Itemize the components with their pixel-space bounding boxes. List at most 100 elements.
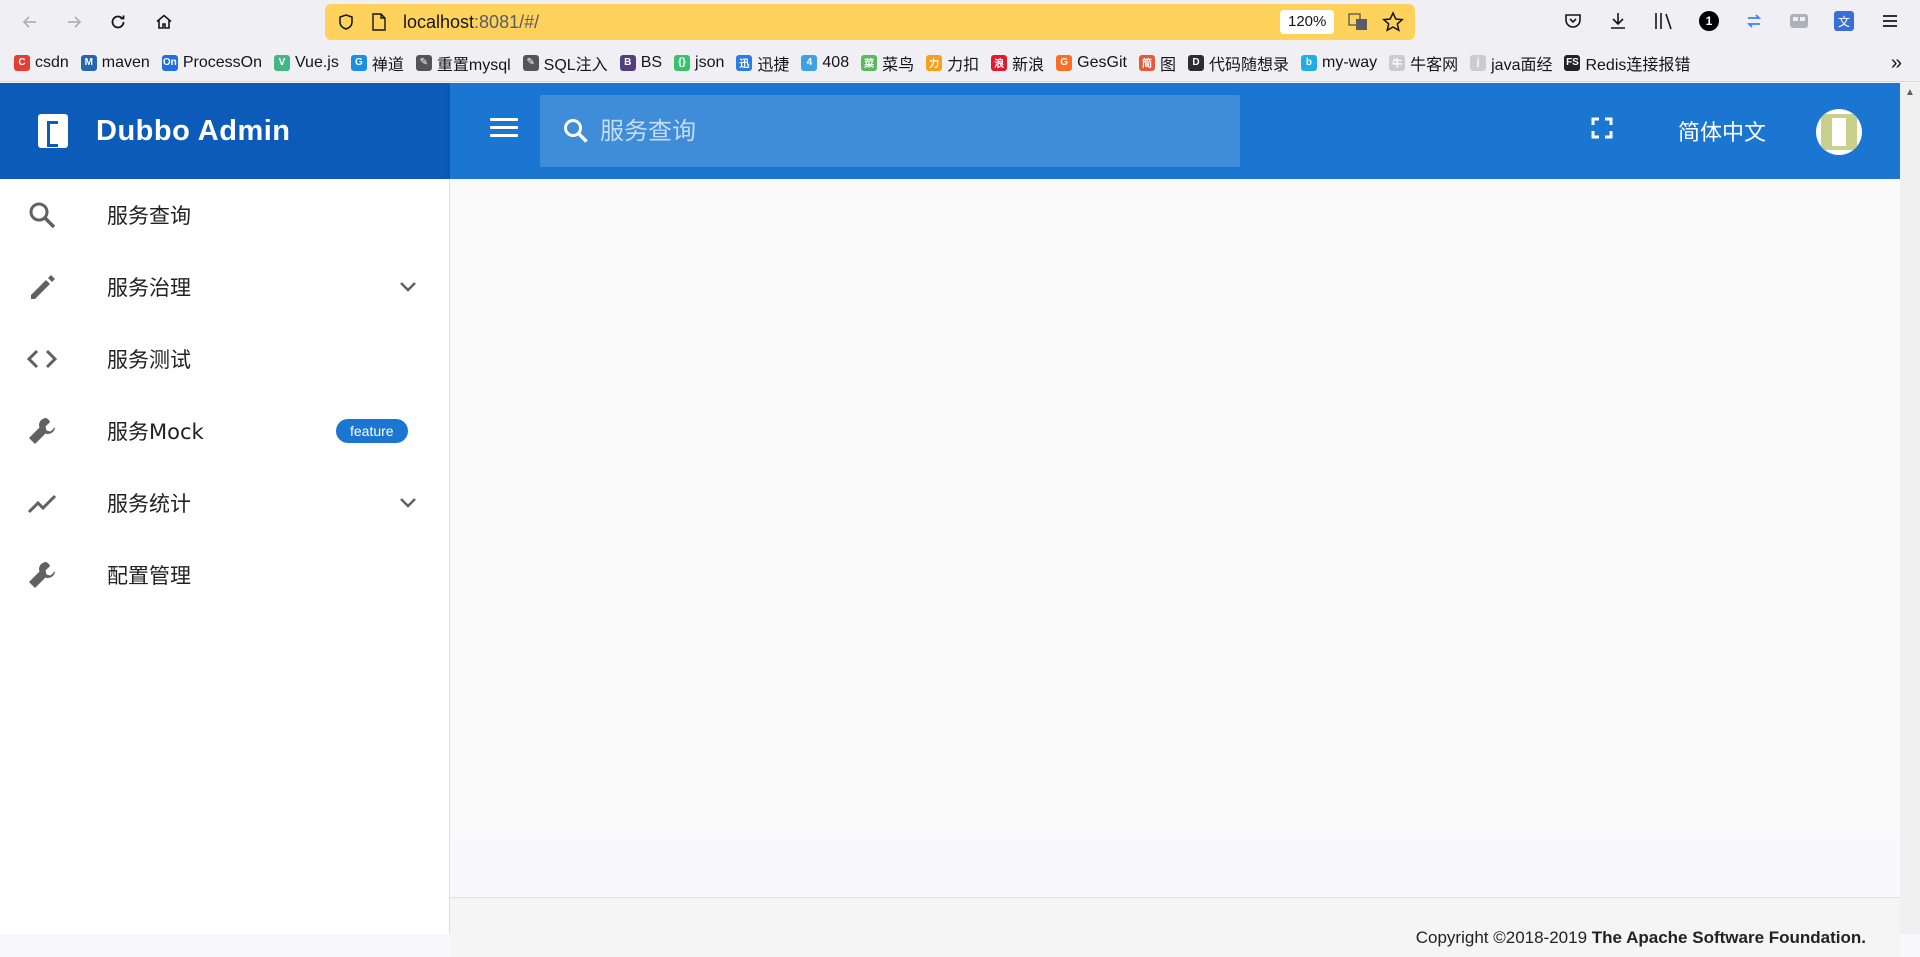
sidebar-item-label: 服务查询 (107, 204, 191, 228)
wrench-icon (29, 562, 55, 588)
extension-badge-icon[interactable]: 1 (1699, 11, 1719, 31)
bookmark-label: 重置mysql (436, 56, 511, 74)
bookmark-item[interactable]: D 代码随想录 (1187, 51, 1289, 75)
bookmark-label: 图 (1159, 56, 1176, 74)
sidebar-item-service-statistics[interactable]: 服务统计 (0, 467, 449, 539)
bookmark-label: 菜鸟 (882, 56, 915, 74)
bookmark-favicon-icon: 4 (801, 54, 818, 71)
bookmark-favicon-icon: b (1300, 54, 1317, 71)
bookmark-label: Redis连接报错 (1585, 56, 1691, 74)
bookmark-item[interactable]: 力力扣 (926, 51, 979, 75)
sidebar-item-service-governance[interactable]: 服务治理 (0, 251, 449, 323)
avatar[interactable] (1816, 109, 1862, 155)
bookmark-item[interactable]: 迅迅捷 (736, 51, 789, 75)
code-icon (26, 349, 58, 369)
sidebar-item-label: 服务Mock (107, 420, 204, 444)
sidebar-item-label: 服务统计 (107, 492, 191, 516)
translator-extension-icon[interactable]: 文 (1833, 10, 1855, 32)
bookmark-item[interactable]: 4 408 (801, 54, 849, 72)
address-bar[interactable]: localhost:8081/#/ 120% (325, 4, 1415, 40)
sidebar-item-service-mock[interactable]: 服务Mock feature (0, 395, 449, 467)
bookmark-favicon-icon: G (350, 54, 367, 71)
bookmark-favicon-icon: 力 (926, 54, 943, 71)
bookmark-favicon-icon: FS (1564, 54, 1581, 71)
sidebar: 服务查询 服务治理 服务测试 服务Mock feature 服务统计 配置管理 (0, 179, 450, 934)
hamburger-menu-icon[interactable] (490, 118, 518, 140)
sidebar-item-service-test[interactable]: 服务测试 (0, 323, 449, 395)
bookmark-label: 新浪 (1012, 56, 1045, 74)
shield-icon[interactable] (337, 13, 355, 31)
bookmark-favicon-icon: 简 (1138, 54, 1155, 71)
bookmark-label: SQL注入 (543, 56, 608, 74)
fullscreen-icon[interactable] (1590, 116, 1614, 140)
search-icon (564, 119, 588, 143)
zoom-level[interactable]: 120% (1280, 10, 1335, 34)
pocket-icon[interactable] (1563, 11, 1583, 31)
svg-text:文: 文 (1838, 14, 1850, 29)
app-menu-icon[interactable] (1880, 11, 1900, 31)
bookmark-item[interactable]: V Vue.js (273, 53, 339, 72)
bookmark-label: json (695, 53, 725, 71)
chevron-down-icon[interactable] (396, 275, 420, 299)
browser-toolbar: localhost:8081/#/ 120% 1 文 (0, 0, 1920, 44)
download-icon[interactable] (1608, 11, 1628, 31)
bookmark-label: 禅道 (371, 56, 404, 74)
bookmark-item[interactable]: j java面经 (1470, 51, 1552, 75)
sidebar-item-service-search[interactable]: 服务查询 (0, 179, 449, 251)
bookmark-item[interactable]: ✎ 重置mysql (415, 51, 511, 75)
bookmark-item[interactable]: ✎ SQL注入 (522, 51, 608, 75)
trending-icon (27, 494, 57, 514)
bookmark-item[interactable]: 简图 (1138, 51, 1176, 75)
reload-icon[interactable] (104, 8, 132, 36)
bookmark-label: ProcessOn (182, 53, 262, 71)
footer: Copyright ©2018-2019 The Apache Software… (450, 897, 1900, 957)
search-input[interactable] (600, 113, 1200, 149)
bookmark-item[interactable]: b my-way (1300, 53, 1378, 72)
sync-icon[interactable] (1744, 11, 1764, 31)
chevron-down-icon[interactable] (396, 491, 420, 515)
main-content (450, 179, 1900, 838)
sidebar-item-label: 服务治理 (107, 276, 191, 300)
dubbo-admin-app: Dubbo Admin 简体中文 服务查询 服务治理 服务测试 服务Mock f… (0, 83, 1920, 957)
containers-icon[interactable] (1788, 11, 1810, 31)
bookmark-item[interactable]: On ProcessOn (161, 53, 262, 72)
language-selector[interactable]: 简体中文 (1678, 115, 1766, 147)
bookmark-favicon-icon: 迅 (736, 54, 753, 71)
forward-icon[interactable] (60, 8, 88, 36)
scroll-up-icon[interactable]: ▲ (1905, 87, 1915, 98)
translate-icon[interactable] (1348, 12, 1368, 32)
bookmark-item[interactable]: Mmaven (80, 54, 150, 72)
pencil-icon (31, 275, 55, 299)
bookmark-item[interactable]: 菜菜鸟 (861, 51, 914, 75)
bookmark-favicon-icon: 浪 (991, 54, 1008, 71)
url-text[interactable]: localhost:8081/#/ (403, 12, 539, 33)
search-box[interactable] (540, 95, 1240, 167)
bookmark-favicon-icon: V (273, 54, 290, 71)
bookmarks-overflow-icon[interactable]: » (1891, 52, 1902, 75)
bookmark-label: Vue.js (294, 53, 339, 71)
bookmark-item[interactable]: 浪新浪 (991, 51, 1044, 75)
bookmark-item[interactable]: G GesGit (1056, 54, 1127, 72)
bookmark-label: csdn (35, 53, 69, 71)
home-icon[interactable] (150, 8, 178, 36)
back-icon[interactable] (16, 8, 44, 36)
bookmarks-toolbar: Ccsdn Mmaven On ProcessOn V Vue.js G 禅道 ✎ 重置mysql… (0, 44, 1920, 82)
sidebar-item-config-management[interactable]: 配置管理 (0, 539, 449, 611)
bookmark-item[interactable]: FS Redis连接报错 (1564, 51, 1690, 75)
bookmark-label: 力扣 (947, 56, 980, 74)
bookmark-item[interactable]: B BS (619, 54, 662, 72)
bookmark-item[interactable]: 牛牛客网 (1389, 51, 1458, 75)
bookmark-item[interactable]: {} json (674, 54, 724, 72)
search-icon (29, 202, 56, 229)
library-icon[interactable] (1653, 11, 1675, 31)
bookmark-favicon-icon: On (161, 54, 178, 71)
sidebar-item-label: 服务测试 (107, 348, 191, 372)
bookmark-item[interactable]: G 禅道 (350, 51, 404, 75)
scrollbar[interactable]: ▲ (1900, 83, 1920, 934)
wrench-icon (29, 418, 55, 444)
bookmark-label: my-way (1321, 53, 1378, 71)
bookmark-favicon-icon: ✎ (415, 54, 432, 71)
page-icon[interactable] (371, 13, 387, 31)
bookmark-star-icon[interactable] (1382, 11, 1404, 33)
bookmark-item[interactable]: Ccsdn (14, 54, 69, 72)
